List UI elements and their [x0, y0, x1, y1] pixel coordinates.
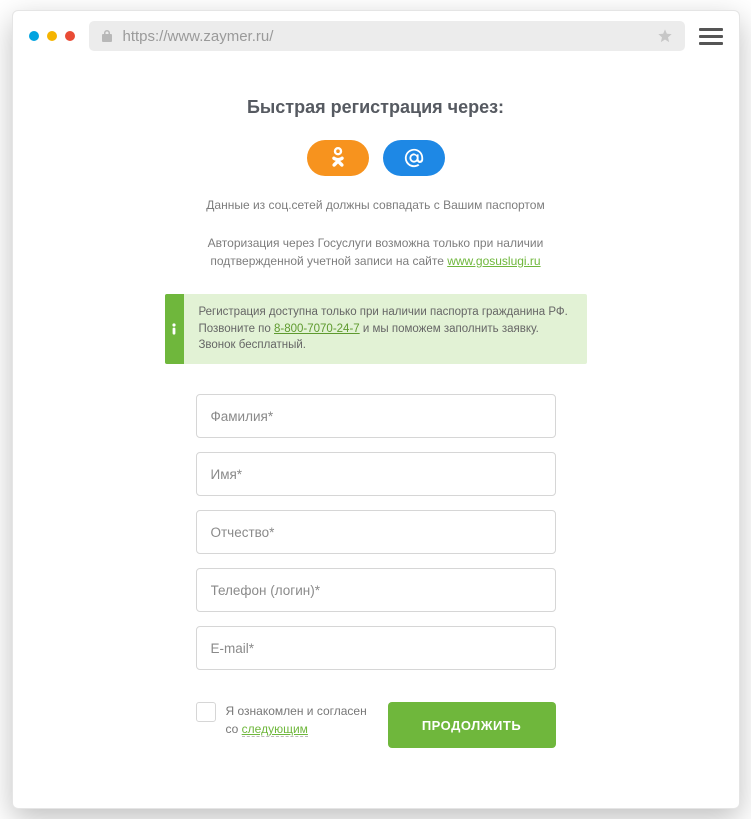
info-text: Регистрация доступна только при наличии … [184, 294, 586, 364]
titlebar: https://www.zaymer.ru/ [13, 11, 739, 61]
browser-window: https://www.zaymer.ru/ Быстрая регистрац… [12, 10, 740, 809]
note-gosuslugi-line1: Авторизация через Госуслуги возможна тол… [208, 236, 544, 250]
url-text: https://www.zaymer.ru/ [123, 28, 274, 45]
info-phone-link[interactable]: 8-800-7070-24-7 [274, 323, 360, 335]
page-content: Быстрая регистрация через: Данные из соц… [13, 61, 739, 808]
consent-checkbox[interactable] [196, 702, 216, 722]
note-gosuslugi: Авторизация через Госуслуги возможна тол… [37, 234, 715, 270]
social-login-row [37, 140, 715, 176]
note-gosuslugi-line2-prefix: подтвержденной учетной записи на сайте [210, 254, 447, 268]
info-banner: Регистрация доступна только при наличии … [165, 294, 587, 364]
at-sign-icon [403, 147, 425, 169]
hamburger-menu-icon[interactable] [699, 28, 723, 45]
email-field[interactable] [196, 626, 556, 670]
bookmark-star-icon[interactable] [657, 28, 673, 44]
page-title: Быстрая регистрация через: [37, 97, 715, 118]
info-icon-wrap [165, 294, 185, 364]
window-maximize-icon[interactable] [47, 31, 57, 41]
lastname-field[interactable] [196, 394, 556, 438]
consent-link[interactable]: следующим [242, 722, 308, 737]
consent-line2-prefix: со [226, 722, 242, 736]
window-close-icon[interactable] [65, 31, 75, 41]
phone-field[interactable] [196, 568, 556, 612]
gosuslugi-link[interactable]: www.gosuslugi.ru [447, 254, 540, 268]
odnoklassniki-icon [331, 147, 345, 169]
social-odnoklassniki-button[interactable] [307, 140, 369, 176]
window-minimize-icon[interactable] [29, 31, 39, 41]
social-mailru-button[interactable] [383, 140, 445, 176]
note-social-match: Данные из соц.сетей должны совпадать с В… [37, 198, 715, 212]
patronymic-field[interactable] [196, 510, 556, 554]
window-controls [29, 31, 75, 41]
consent-text: Я ознакомлен и согласен со следующим [226, 702, 367, 738]
address-bar[interactable]: https://www.zaymer.ru/ [89, 21, 685, 51]
lock-icon [101, 29, 113, 43]
submit-button[interactable]: ПРОДОЛЖИТЬ [388, 702, 556, 748]
bottom-row: Я ознакомлен и согласен со следующим ПРО… [196, 702, 556, 748]
registration-form: Я ознакомлен и согласен со следующим ПРО… [196, 394, 556, 748]
consent-block: Я ознакомлен и согласен со следующим [196, 702, 370, 738]
consent-prefix: Я ознакомлен и согласен [226, 704, 367, 718]
firstname-field[interactable] [196, 452, 556, 496]
info-icon [167, 322, 181, 336]
